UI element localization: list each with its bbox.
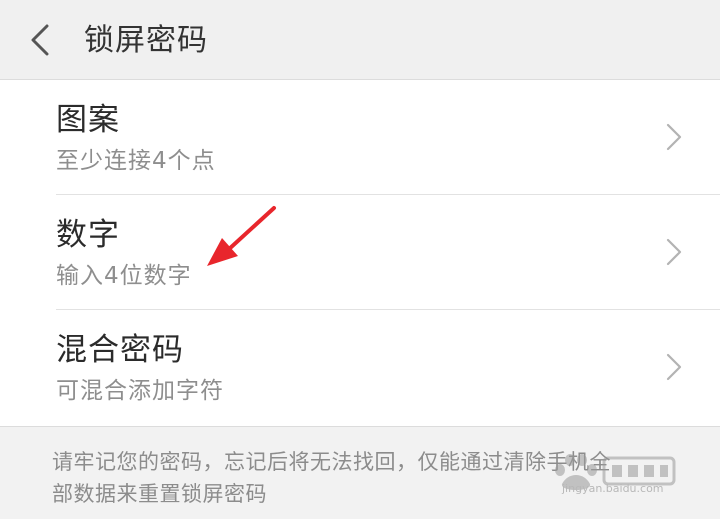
password-type-list: 图案 至少连接4个点 数字 输入4位数字 混合密码 可混合添加字符 bbox=[0, 80, 720, 427]
page-title: 锁屏密码 bbox=[84, 23, 208, 58]
option-subtitle: 输入4位数字 bbox=[56, 263, 192, 289]
option-subtitle: 至少连接4个点 bbox=[56, 148, 216, 174]
option-mixed-password[interactable]: 混合密码 可混合添加字符 bbox=[0, 310, 720, 425]
back-button[interactable] bbox=[18, 18, 62, 62]
chevron-right-icon bbox=[666, 353, 682, 381]
chevron-left-icon bbox=[31, 24, 49, 56]
option-subtitle: 可混合添加字符 bbox=[56, 378, 224, 404]
option-title: 数字 bbox=[56, 217, 120, 253]
watermark-text: jingyan.baidu.com bbox=[562, 482, 664, 495]
chevron-right-icon bbox=[666, 123, 682, 151]
option-title: 混合密码 bbox=[56, 332, 184, 368]
option-pin[interactable]: 数字 输入4位数字 bbox=[0, 195, 720, 310]
option-pattern[interactable]: 图案 至少连接4个点 bbox=[0, 80, 720, 195]
lock-screen-password-page: 锁屏密码 图案 至少连接4个点 数字 输入4位数字 混合密码 可混合添加字符 请… bbox=[0, 0, 720, 519]
app-header: 锁屏密码 bbox=[0, 0, 720, 80]
chevron-right-icon bbox=[666, 238, 682, 266]
option-title: 图案 bbox=[56, 102, 120, 138]
